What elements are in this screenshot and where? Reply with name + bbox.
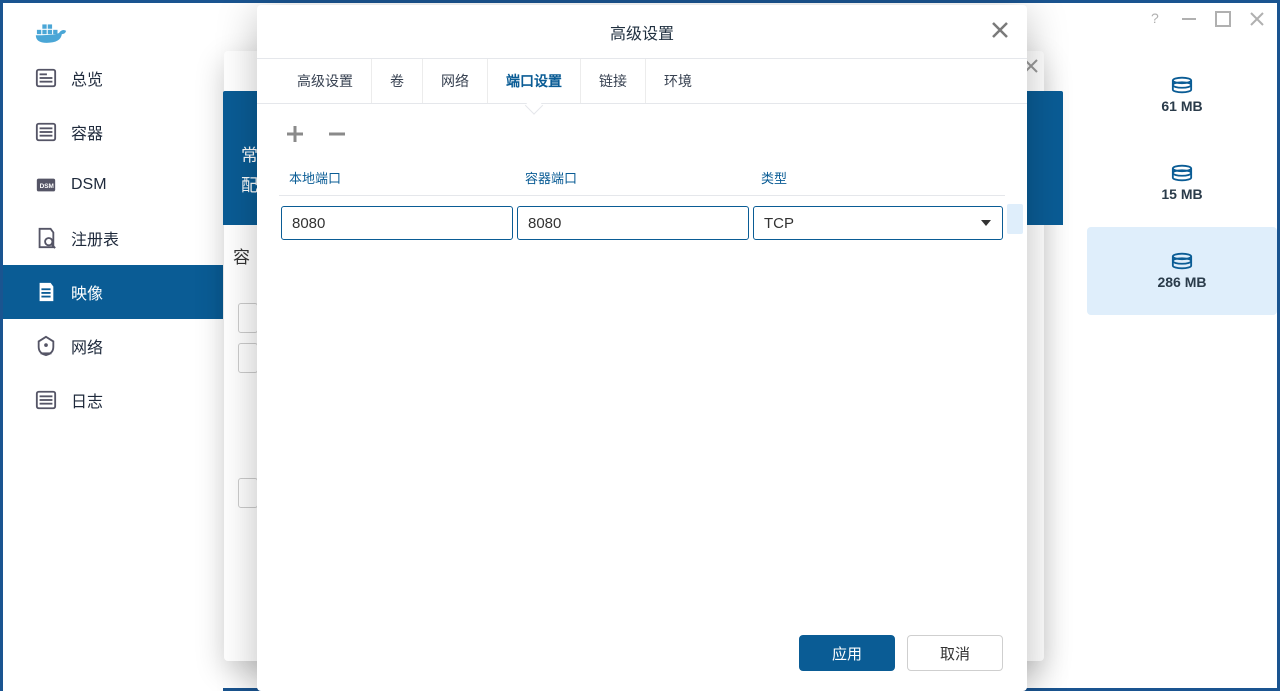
underlying-section-label: 容 — [233, 243, 250, 268]
image-size-label: 15 MB — [1161, 186, 1202, 202]
docker-logo-icon — [33, 19, 69, 45]
close-icon[interactable] — [989, 19, 1011, 41]
dsm-icon: DSM — [35, 174, 57, 196]
sidebar-item-label: 容器 — [71, 120, 103, 144]
image-icon — [35, 281, 57, 303]
underlying-field — [238, 478, 258, 508]
dialog-footer: 应用 取消 — [257, 617, 1027, 691]
container-icon — [35, 121, 57, 143]
sidebar-item-log[interactable]: 日志 — [3, 373, 223, 427]
port-settings-table: 本地端口 容器端口 类型 TCP — [257, 158, 1027, 244]
network-icon — [35, 335, 57, 357]
maximize-icon[interactable] — [1215, 11, 1231, 27]
sidebar-item-registry[interactable]: 注册表 — [3, 211, 223, 265]
underlying-field — [238, 303, 258, 333]
section-label-text: 容 — [233, 248, 250, 267]
advanced-settings-dialog: 高级设置 高级设置 卷 网络 端口设置 链接 环境 本地端口 容器端口 — [257, 5, 1027, 691]
sidebar-item-image[interactable]: 映像 — [3, 265, 223, 319]
band-text1: 常 — [241, 141, 258, 166]
dialog-tabs: 高级设置 卷 网络 端口设置 链接 环境 — [257, 59, 1027, 104]
cancel-button[interactable]: 取消 — [907, 635, 1003, 671]
apply-button[interactable]: 应用 — [799, 635, 895, 671]
log-icon — [35, 389, 57, 411]
dialog-title: 高级设置 — [610, 20, 674, 44]
local-port-input[interactable] — [281, 206, 513, 240]
help-icon[interactable]: ? — [1147, 11, 1163, 27]
tab-label: 环境 — [664, 73, 692, 89]
tab-env[interactable]: 环境 — [646, 59, 710, 103]
tab-advanced[interactable]: 高级设置 — [279, 59, 372, 103]
window-controls: ? — [1147, 11, 1265, 27]
sidebar-item-label: 注册表 — [71, 226, 119, 250]
type-select[interactable]: TCP — [753, 206, 1003, 240]
row-selection-indicator — [1007, 204, 1023, 234]
image-size-label: 61 MB — [1161, 98, 1202, 114]
image-card[interactable]: 15 MB — [1087, 139, 1277, 227]
sidebar-item-label: 日志 — [71, 388, 103, 412]
close-window-icon[interactable] — [1249, 11, 1265, 27]
sidebar-item-container[interactable]: 容器 — [3, 105, 223, 159]
tab-label: 链接 — [599, 73, 627, 89]
minimize-icon[interactable] — [1181, 11, 1197, 27]
sidebar: 总览 容器 DSM DSM 注册表 映像 网络 日志 — [3, 51, 223, 691]
image-card[interactable]: 61 MB — [1087, 51, 1277, 139]
tab-label: 高级设置 — [297, 73, 353, 89]
plus-icon — [283, 122, 307, 146]
col-container-port[interactable]: 容器端口 — [515, 158, 751, 195]
chevron-down-icon — [980, 217, 992, 229]
sidebar-item-label: 网络 — [71, 334, 103, 358]
tab-network[interactable]: 网络 — [423, 59, 488, 103]
sidebar-item-dsm[interactable]: DSM DSM — [3, 159, 223, 211]
app-window: ? 总览 容器 DSM DSM 注册表 映像 网络 — [0, 0, 1280, 691]
minus-icon — [325, 122, 349, 146]
svg-text:DSM: DSM — [40, 183, 54, 190]
remove-row-button[interactable] — [323, 120, 351, 148]
tab-label: 卷 — [390, 73, 404, 89]
sidebar-item-network[interactable]: 网络 — [3, 319, 223, 373]
tab-label: 端口设置 — [506, 73, 562, 89]
band-text2: 配 — [241, 171, 258, 196]
tab-link[interactable]: 链接 — [581, 59, 646, 103]
container-port-input[interactable] — [517, 206, 749, 240]
cancel-button-label: 取消 — [940, 643, 970, 664]
dialog-toolbar — [257, 104, 1027, 158]
sidebar-item-overview[interactable]: 总览 — [3, 51, 223, 105]
table-row: TCP — [279, 196, 1005, 244]
table-header: 本地端口 容器端口 类型 — [279, 158, 1005, 196]
type-select-value: TCP — [764, 215, 794, 232]
tab-volume[interactable]: 卷 — [372, 59, 423, 103]
sidebar-item-label: 映像 — [71, 280, 103, 304]
col-local-port[interactable]: 本地端口 — [279, 158, 515, 195]
dialog-header: 高级设置 — [257, 5, 1027, 59]
storage-icon — [1171, 164, 1193, 182]
image-size-label: 286 MB — [1157, 274, 1206, 290]
sidebar-item-label: DSM — [71, 176, 107, 194]
tab-port[interactable]: 端口设置 — [488, 59, 581, 103]
image-card[interactable]: 286 MB — [1087, 227, 1277, 315]
underlying-field — [238, 343, 258, 373]
apply-button-label: 应用 — [832, 643, 862, 664]
tab-label: 网络 — [441, 73, 469, 89]
storage-icon — [1171, 76, 1193, 94]
add-row-button[interactable] — [281, 120, 309, 148]
images-size-panel: 61 MB 15 MB 286 MB — [1087, 51, 1277, 691]
svg-text:?: ? — [1151, 11, 1159, 26]
registry-icon — [35, 227, 57, 249]
col-type[interactable]: 类型 — [751, 158, 1005, 195]
storage-icon — [1171, 252, 1193, 270]
sidebar-item-label: 总览 — [71, 66, 103, 90]
overview-icon — [35, 67, 57, 89]
